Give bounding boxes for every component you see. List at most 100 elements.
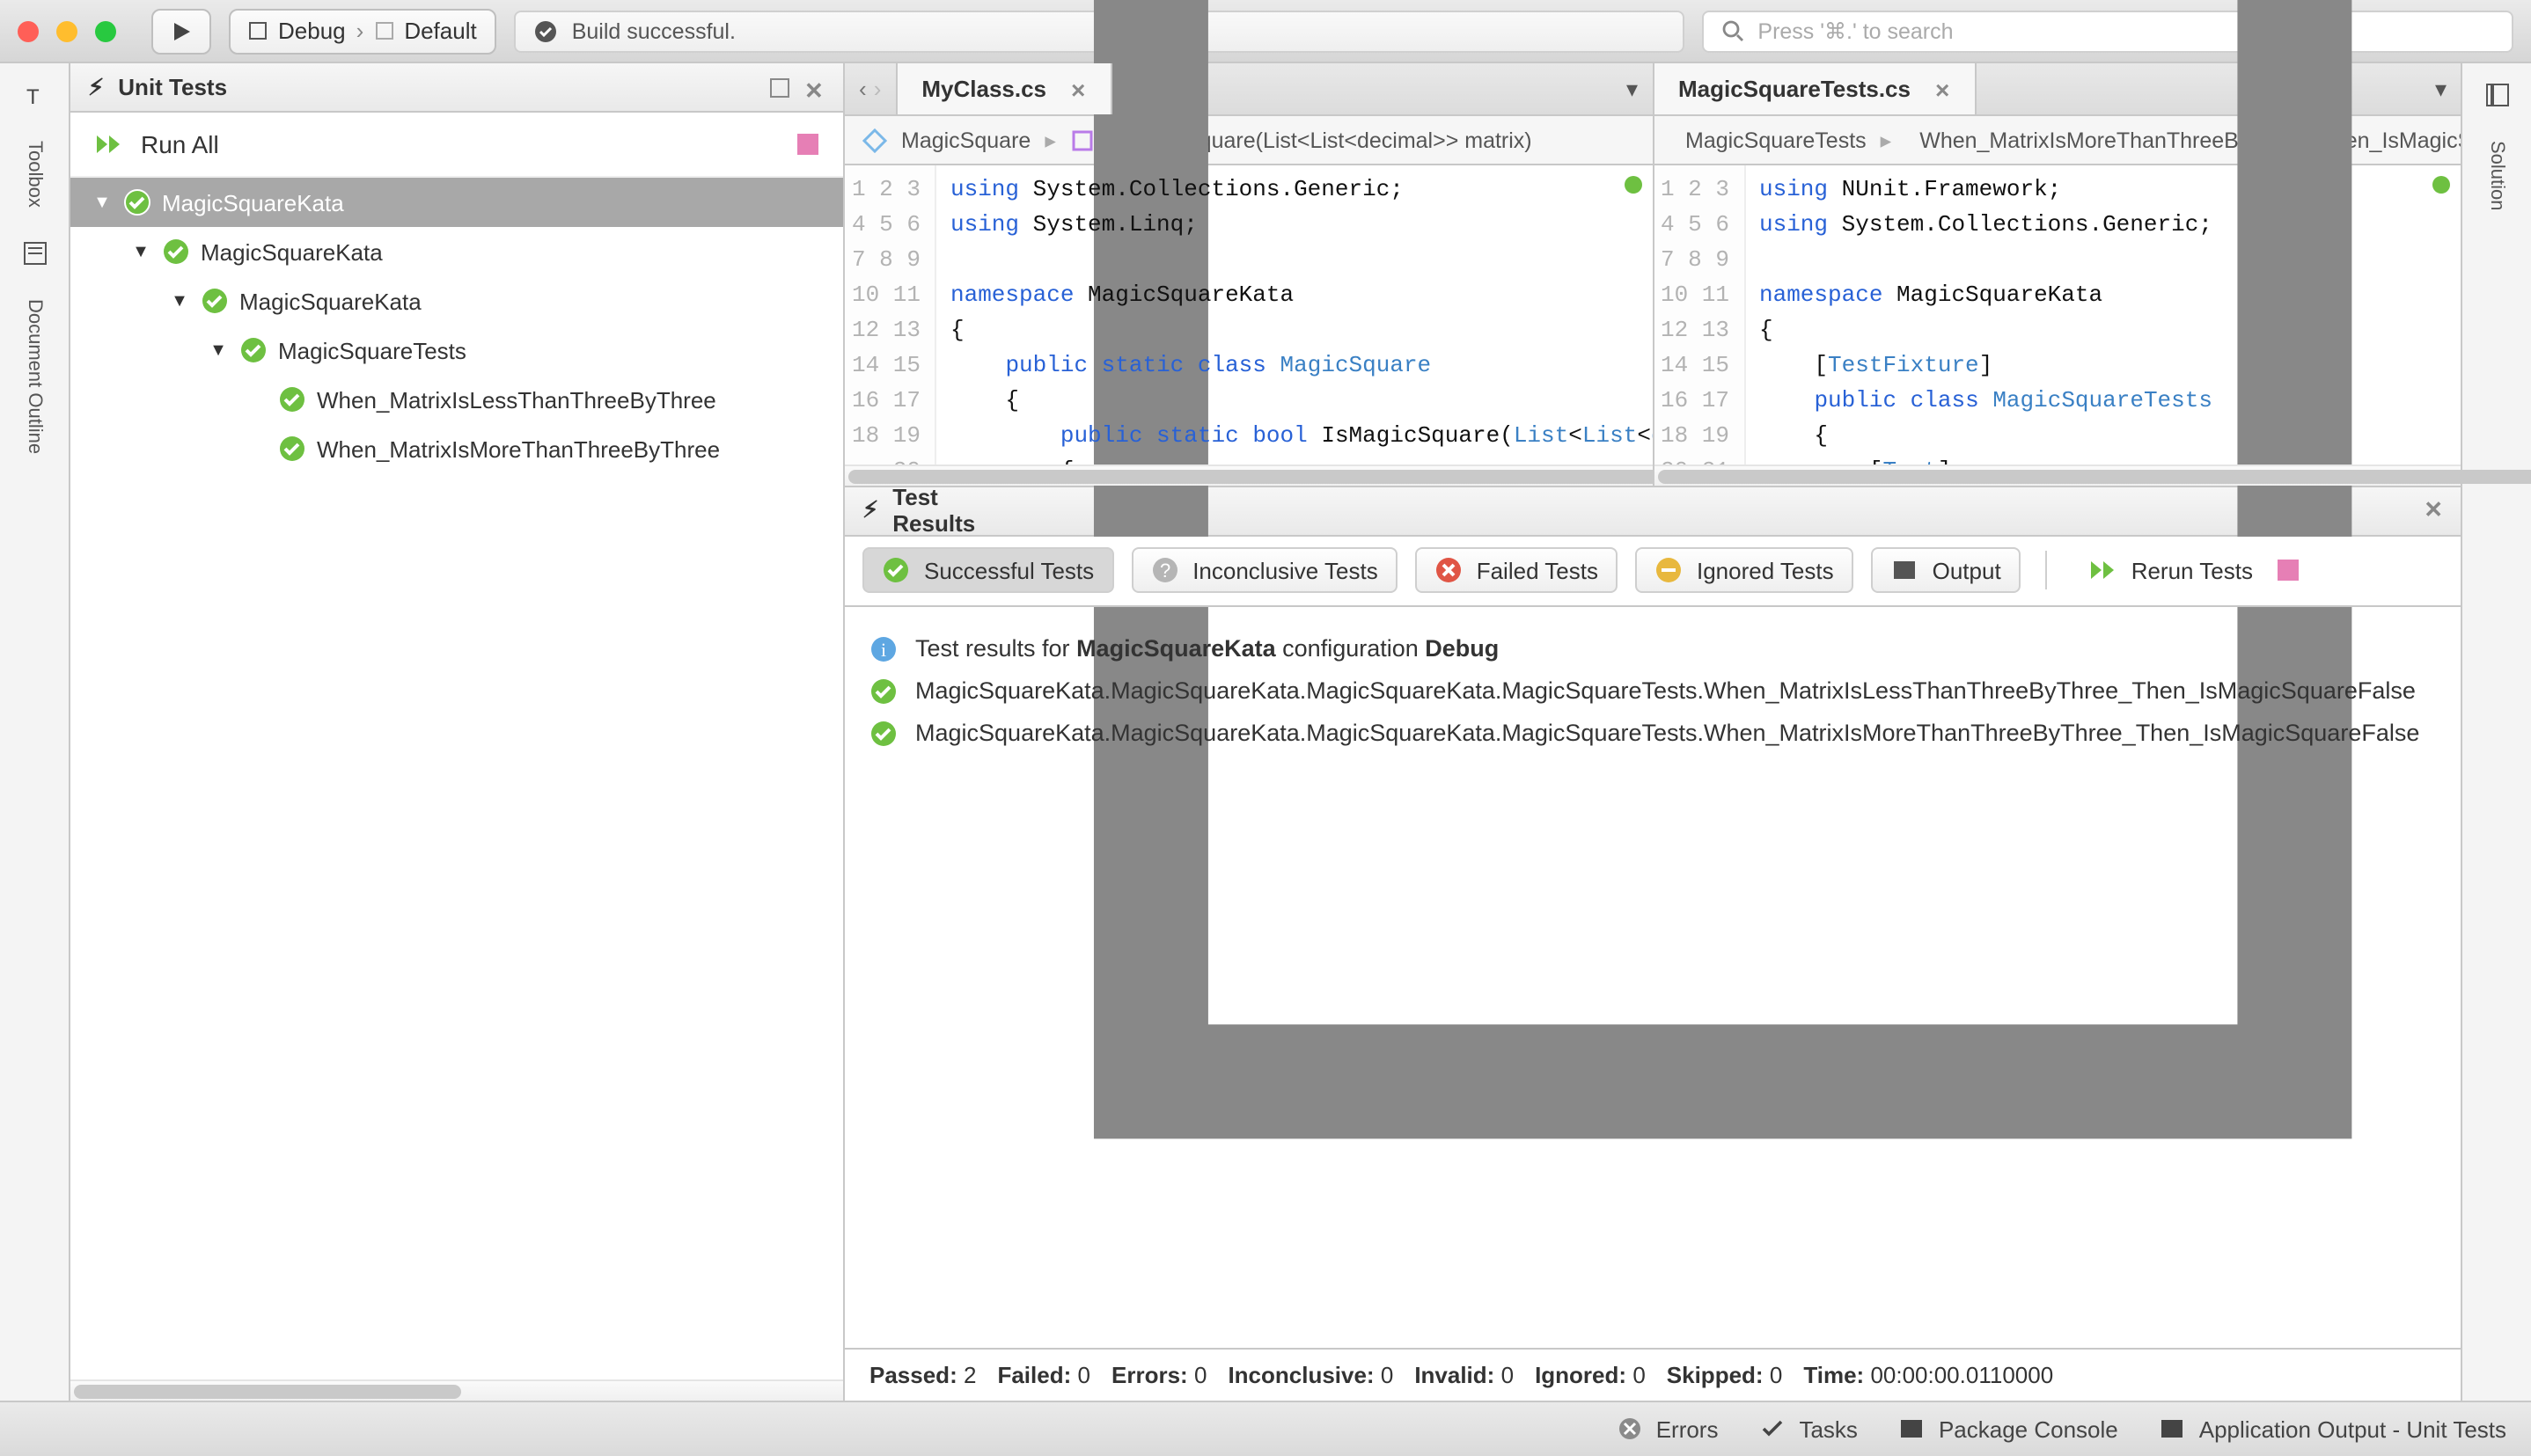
filter-inconclusive[interactable]: ? Inconclusive Tests	[1131, 547, 1398, 593]
pass-icon	[201, 287, 229, 315]
disclosure-icon[interactable]: ▼	[169, 291, 190, 311]
filter-output-label: Output	[1933, 557, 2001, 583]
rail-toolbox-label[interactable]: Toolbox	[24, 134, 45, 215]
svg-text:T: T	[26, 85, 39, 107]
build-config-selector[interactable]: Debug › Default	[229, 8, 496, 54]
disclosure-icon[interactable]: ▼	[130, 242, 151, 261]
tree-node[interactable]: When_MatrixIsMoreThanThreeByThree	[70, 424, 843, 473]
close-tab-icon[interactable]: ×	[1071, 75, 1085, 103]
code-area-right[interactable]: 1 2 3 4 5 6 7 8 9 10 11 12 13 14 15 16 1…	[1654, 165, 2461, 464]
tree-node[interactable]: When_MatrixIsLessThanThreeByThree	[70, 375, 843, 424]
code-left[interactable]: using System.Collections.Generic; using …	[936, 165, 1652, 464]
test-results-header: ⚡︎ Test Results ✕	[845, 487, 2461, 536]
stop-icon[interactable]	[797, 134, 818, 155]
sb-appout-label: Application Output - Unit Tests	[2199, 1416, 2506, 1442]
tree-node[interactable]: ▼ MagicSquareKata	[70, 227, 843, 276]
summary-config: Debug	[1425, 635, 1499, 662]
tab-label: MagicSquareTests.cs	[1678, 76, 1911, 102]
filter-ignored[interactable]: Ignored Tests	[1635, 547, 1853, 593]
class-icon	[862, 128, 887, 152]
invalid-value: 0	[1501, 1361, 1514, 1387]
sb-tasks-label: Tasks	[1799, 1416, 1857, 1442]
stop-icon[interactable]	[2278, 560, 2299, 581]
close-window-button[interactable]	[18, 20, 39, 41]
nav-back-icon[interactable]: ‹	[859, 76, 867, 102]
editor-left-scrollbar[interactable]	[845, 464, 1652, 485]
disclosure-icon[interactable]: ▼	[92, 193, 113, 212]
run-button[interactable]	[151, 8, 211, 54]
console-icon	[1900, 1416, 1925, 1441]
results-summary: i Test results for MagicSquareKata confi…	[869, 627, 2436, 669]
tree-scrollbar[interactable]	[70, 1379, 843, 1400]
document-outline-icon[interactable]	[17, 236, 52, 271]
filter-output[interactable]: Output	[1871, 547, 2021, 593]
tree-label: When_MatrixIsLessThanThreeByThree	[317, 386, 716, 413]
errors-label: Errors:	[1111, 1361, 1188, 1387]
skipped-value: 0	[1770, 1361, 1782, 1387]
panel-title: Unit Tests	[118, 74, 227, 100]
close-icon[interactable]: ✕	[804, 77, 825, 98]
sb-app-output[interactable]: Application Output - Unit Tests	[2161, 1416, 2506, 1442]
failed-value: 0	[1078, 1361, 1090, 1387]
dock-icon[interactable]	[769, 77, 790, 98]
filter-failed[interactable]: Failed Tests	[1415, 547, 1618, 593]
tree-node[interactable]: ▼MagicSquareTests	[70, 326, 843, 375]
close-tab-icon[interactable]: ×	[1935, 75, 1949, 103]
disclosure-icon[interactable]: ▼	[208, 340, 229, 360]
result-row[interactable]: MagicSquareKata.MagicSquareKata.MagicSqu…	[869, 712, 2436, 754]
code-right[interactable]: using NUnit.Framework; using System.Coll…	[1745, 165, 2461, 464]
filter-successful[interactable]: Successful Tests	[862, 547, 1113, 593]
sb-pkg-label: Package Console	[1939, 1416, 2118, 1442]
tab-magicsquaretests[interactable]: MagicSquareTests.cs ×	[1654, 63, 1976, 114]
minimize-window-button[interactable]	[56, 20, 77, 41]
rail-docoutline-label[interactable]: Document Outline	[24, 292, 45, 461]
build-indicator-icon	[2432, 176, 2450, 194]
ignored-value: 0	[1632, 1361, 1645, 1387]
time-label: Time:	[1803, 1361, 1864, 1387]
solution-icon[interactable]	[2479, 77, 2514, 113]
svg-text:?: ?	[1159, 560, 1170, 582]
unit-tests-header: ⚡︎ Unit Tests ✕	[70, 63, 843, 113]
chevron-right-icon: ›	[356, 18, 364, 44]
bolt-icon: ⚡︎	[862, 496, 878, 524]
filter-ignored-label: Ignored Tests	[1697, 557, 1834, 583]
tree-node[interactable]: ▼MagicSquareKata	[70, 276, 843, 326]
rerun-tests-button[interactable]: Rerun Tests	[2072, 550, 2316, 590]
summary-project: MagicSquareKata	[1076, 635, 1276, 662]
tests-tree[interactable]: ▼MagicSquareKata▼MagicSquareKata▼MagicSq…	[70, 178, 843, 1379]
check-icon	[1760, 1416, 1785, 1441]
toolbox-icon[interactable]: T	[17, 77, 52, 113]
code-area-left[interactable]: 1 2 3 4 5 6 7 8 9 10 11 12 13 14 15 16 1…	[845, 165, 1652, 464]
pass-icon	[869, 719, 898, 747]
gutter-right: 1 2 3 4 5 6 7 8 9 10 11 12 13 14 15 16 1…	[1654, 165, 1745, 464]
run-all-button[interactable]: Run All	[70, 113, 843, 178]
filter-successful-label: Successful Tests	[924, 557, 1094, 583]
pass-icon	[239, 336, 268, 364]
pass-icon	[123, 188, 151, 216]
nav-fwd-icon[interactable]: ›	[874, 76, 882, 102]
pass-icon	[278, 435, 306, 463]
result-row[interactable]: MagicSquareKata.MagicSquareKata.MagicSqu…	[869, 669, 2436, 712]
rail-solution-label[interactable]: Solution	[2486, 134, 2507, 218]
sb-errors[interactable]: Errors	[1618, 1416, 1719, 1442]
sb-tasks[interactable]: Tasks	[1760, 1416, 1857, 1442]
tree-label: MagicSquareKata	[201, 238, 383, 265]
tab-overflow-button[interactable]: ▾	[2421, 63, 2461, 114]
rerun-label: Rerun Tests	[2131, 557, 2253, 583]
tree-node[interactable]: ▼MagicSquareKata	[70, 178, 843, 227]
close-icon[interactable]: ✕	[2424, 496, 2443, 524]
passed-label: Passed:	[869, 1361, 957, 1387]
zoom-window-button[interactable]	[95, 20, 116, 41]
sb-package-console[interactable]: Package Console	[1900, 1416, 2118, 1442]
tab-nav-left[interactable]: ‹ ›	[845, 63, 897, 114]
gutter-left: 1 2 3 4 5 6 7 8 9 10 11 12 13 14 15 16 1…	[845, 165, 936, 464]
editor-right-scrollbar[interactable]	[1654, 464, 2461, 485]
results-footer: Passed: 2 Failed: 0 Errors: 0 Inconclusi…	[845, 1347, 2461, 1400]
unit-tests-panel: ⚡︎ Unit Tests ✕ Run All ▼ MagicSquareKata…	[70, 63, 845, 1400]
pass-icon	[162, 238, 190, 266]
bolt-icon: ⚡︎	[88, 73, 104, 101]
build-target-label: Default	[404, 18, 476, 44]
result-name: MagicSquareKata.MagicSquareKata.MagicSqu…	[915, 720, 2419, 746]
filter-inconclusive-label: Inconclusive Tests	[1192, 557, 1378, 583]
tab-myclass[interactable]: MyClass.cs ×	[897, 63, 1111, 114]
